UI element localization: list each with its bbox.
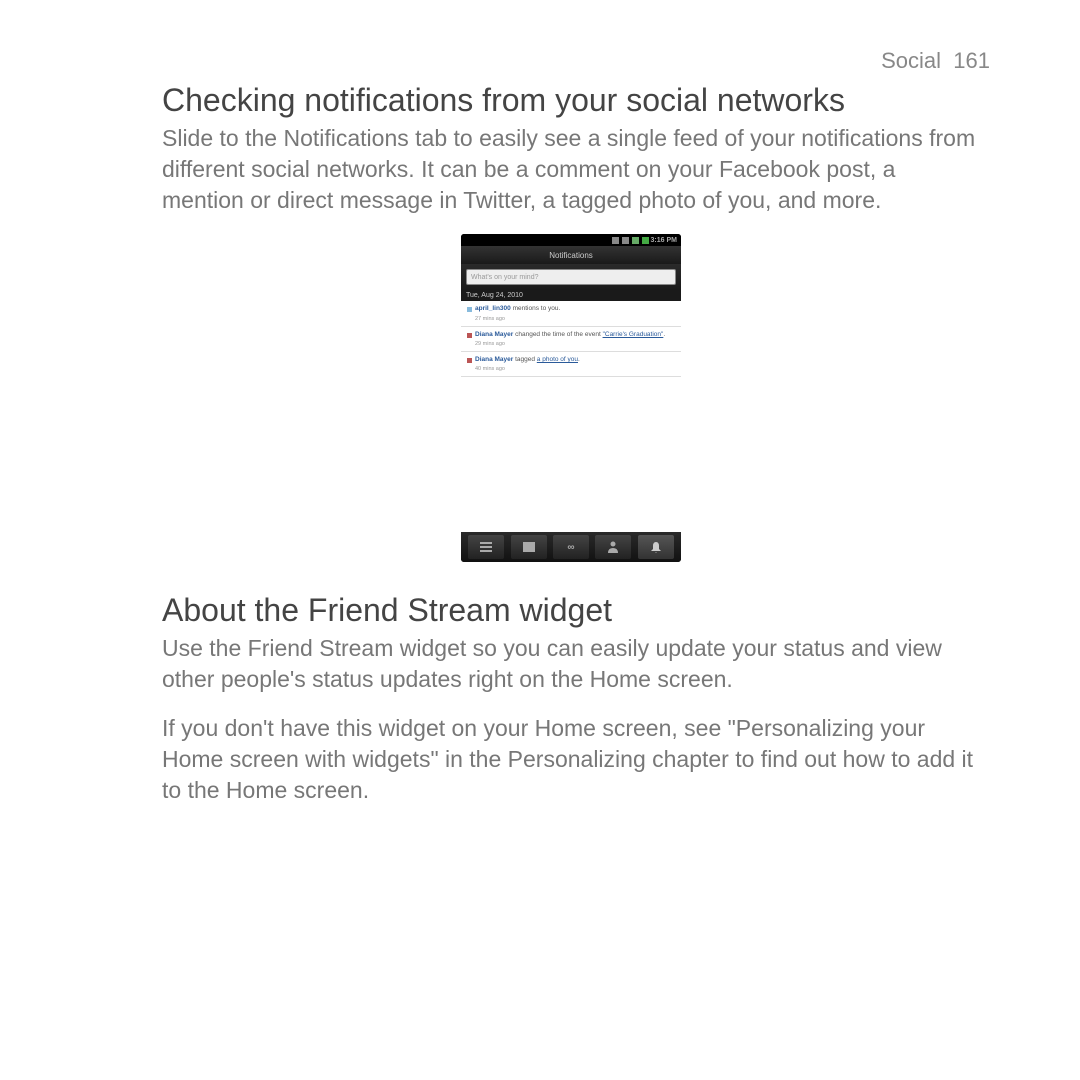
- nav-tab-feed[interactable]: [468, 535, 504, 559]
- twitter-icon: [467, 307, 472, 312]
- section-label: Social: [881, 48, 941, 73]
- image-icon: [523, 542, 535, 552]
- feed-name: Diana Mayer: [475, 331, 513, 338]
- list-icon: [480, 542, 492, 552]
- feed-link[interactable]: "Carrie's Graduation": [603, 331, 664, 338]
- feed-name: april_lin300: [475, 305, 511, 312]
- heading-checking-notifications: Checking notifications from your social …: [162, 82, 980, 119]
- feed-link[interactable]: a photo of you: [537, 356, 578, 363]
- sync-icon: [612, 237, 619, 244]
- notification-item[interactable]: Diana Mayer changed the time of the even…: [461, 327, 681, 352]
- person-icon: [608, 541, 618, 553]
- status-input[interactable]: What's on your mind?: [466, 269, 676, 285]
- status-input-area: What's on your mind?: [461, 264, 681, 290]
- feed-text: mentions to you.: [511, 305, 561, 312]
- paragraph-widget-help: If you don't have this widget on your Ho…: [162, 713, 980, 806]
- status-time: 3:16 PM: [651, 237, 677, 244]
- feed-tail: .: [663, 331, 665, 338]
- notification-item[interactable]: april_lin300 mentions to you. 27 mins ag…: [461, 301, 681, 326]
- feed-text: changed the time of the event: [513, 331, 602, 338]
- phone-status-bar: 3:16 PM: [461, 234, 681, 246]
- bell-icon: [651, 541, 661, 553]
- feed-time: 40 mins ago: [475, 366, 580, 372]
- phone-screenshot: 3:16 PM Notifications What's on your min…: [461, 234, 681, 562]
- phone-nav-bar: ∞: [461, 532, 681, 562]
- feed-time: 29 mins ago: [475, 341, 665, 347]
- wifi-icon: [632, 237, 639, 244]
- signal-icon: [622, 237, 629, 244]
- screenshot-container: 3:16 PM Notifications What's on your min…: [162, 234, 980, 562]
- facebook-icon: [467, 358, 472, 363]
- facebook-icon: [467, 333, 472, 338]
- page-number: 161: [953, 48, 990, 73]
- battery-icon: [642, 237, 649, 244]
- nav-tab-profile[interactable]: [595, 535, 631, 559]
- feed-date-header: Tue, Aug 24, 2010: [461, 290, 681, 301]
- nav-tab-photos[interactable]: [511, 535, 547, 559]
- feed-name: Diana Mayer: [475, 356, 513, 363]
- notification-item[interactable]: Diana Mayer tagged a photo of you. 40 mi…: [461, 352, 681, 377]
- screen-title: Notifications: [461, 246, 681, 264]
- paragraph-widget-intro: Use the Friend Stream widget so you can …: [162, 633, 980, 695]
- heading-friend-stream-widget: About the Friend Stream widget: [162, 592, 980, 629]
- feed-text: tagged: [513, 356, 537, 363]
- link-icon: ∞: [567, 542, 574, 553]
- nav-tab-notifications[interactable]: [638, 535, 674, 559]
- notification-feed: april_lin300 mentions to you. 27 mins ag…: [461, 301, 681, 532]
- nav-tab-links[interactable]: ∞: [553, 535, 589, 559]
- paragraph-notifications-intro: Slide to the Notifications tab to easily…: [162, 123, 980, 216]
- page-header: Social 161: [70, 48, 1020, 74]
- feed-time: 27 mins ago: [475, 316, 560, 322]
- feed-tail: .: [578, 356, 580, 363]
